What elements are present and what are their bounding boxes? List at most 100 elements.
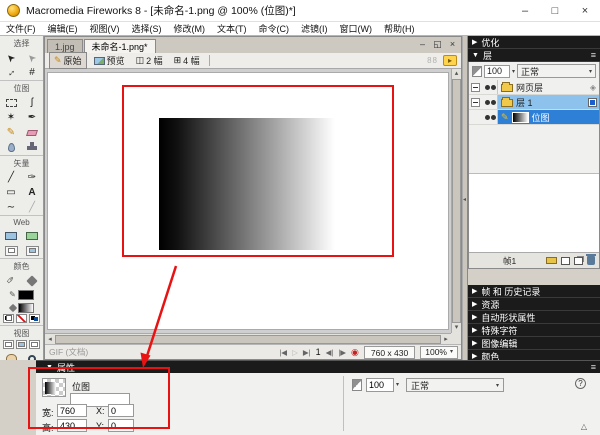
menu-filters[interactable]: 滤镜(I) <box>295 22 334 35</box>
first-frame-button[interactable]: |◀ <box>279 348 287 357</box>
freeform-tool[interactable]: ∼ <box>2 200 20 215</box>
next-frame-button[interactable]: |▶ <box>338 348 346 357</box>
frames-history-panel-header[interactable]: ▶ 帧 和 历史记录 <box>468 285 600 298</box>
visibility-eye-icon[interactable] <box>485 115 490 120</box>
menu-view[interactable]: 视图(V) <box>84 22 126 35</box>
subselection-tool[interactable]: ➤ <box>23 50 41 65</box>
lasso-tool[interactable]: ʃ <box>23 95 41 110</box>
eraser-tool[interactable] <box>23 125 41 140</box>
quick-export-button[interactable]: ▸ <box>443 55 457 66</box>
mode-original-button[interactable]: ✎ 原始 <box>49 52 87 69</box>
layer-name[interactable]: 网页层 <box>516 81 543 94</box>
minimize-button[interactable]: – <box>510 0 540 22</box>
scale-tool[interactable]: ↔ <box>2 65 20 80</box>
doc-close-button[interactable]: × <box>447 39 458 50</box>
new-layer-icon[interactable] <box>574 257 583 265</box>
play-button[interactable]: ▷ <box>292 348 298 357</box>
zoom-tool[interactable] <box>23 351 41 360</box>
special-characters-panel-header[interactable]: ▶ 特殊字符 <box>468 324 600 337</box>
document-page[interactable] <box>47 72 449 330</box>
layer-row-bitmap[interactable]: ✎ 位图 <box>469 110 599 125</box>
doc-minimize-button[interactable]: – <box>417 39 428 50</box>
menu-window[interactable]: 窗口(W) <box>334 22 379 35</box>
marquee-tool[interactable] <box>2 95 20 110</box>
pointer-tool[interactable]: ➤ <box>2 50 20 65</box>
help-icon[interactable]: ? <box>575 378 586 389</box>
menu-commands[interactable]: 命令(C) <box>253 22 296 35</box>
collapse-panel-icon[interactable]: △ <box>581 422 587 431</box>
fill-color-swatch[interactable] <box>18 303 34 313</box>
properties-panel-header[interactable]: ▼ 属性 ≡ <box>36 361 600 373</box>
mode-4up-button[interactable]: ⊞ 4 幅 <box>170 53 204 68</box>
horizontal-scrollbar[interactable]: ◂ ▸ <box>45 333 451 344</box>
menu-help[interactable]: 帮助(H) <box>378 22 421 35</box>
line-tool[interactable]: ╱ <box>2 170 20 185</box>
layers-blend-mode-select[interactable]: 正常 ▾ <box>517 64 596 78</box>
visibility-eye-icon[interactable] <box>485 100 490 105</box>
brush-tool[interactable]: ✒ <box>23 110 41 125</box>
show-slices-button[interactable] <box>23 243 41 258</box>
stop-icon[interactable]: ◉ <box>351 347 359 358</box>
close-button[interactable]: × <box>570 0 600 22</box>
standard-screen-button[interactable] <box>3 340 14 349</box>
magic-wand-tool[interactable]: ✶ <box>2 110 20 125</box>
width-input[interactable] <box>57 404 87 417</box>
x-input[interactable] <box>108 404 134 417</box>
new-bitmap-icon[interactable] <box>561 257 570 265</box>
layers-panel-menu-icon[interactable]: ≡ <box>591 50 596 60</box>
mode-2up-button[interactable]: ◫ 2 幅 <box>132 53 167 68</box>
active-layer-indicator[interactable] <box>589 99 596 106</box>
height-input[interactable] <box>57 419 87 432</box>
vertical-scroll-thumb[interactable] <box>452 79 461 323</box>
doc-restore-button[interactable]: ◱ <box>432 39 443 50</box>
crop-tool[interactable]: # <box>23 65 41 80</box>
layer-row-web-layer[interactable]: 网页层 ◈ <box>469 80 599 95</box>
layer-name[interactable]: 位图 <box>532 111 550 124</box>
stroke-color-well[interactable]: ✎ <box>2 288 41 301</box>
opacity-caret-icon[interactable]: ▾ <box>396 381 399 388</box>
expand-toggle-icon[interactable] <box>471 83 480 92</box>
no-color-button[interactable] <box>16 314 27 323</box>
canvas-area[interactable] <box>45 69 451 333</box>
blur-tool[interactable] <box>2 140 20 155</box>
slice-tool[interactable] <box>23 228 41 243</box>
scroll-left-arrow[interactable]: ◂ <box>45 335 55 344</box>
hotspot-tool[interactable] <box>2 228 20 243</box>
rubber-stamp-tool[interactable] <box>23 140 41 155</box>
swap-colors-button[interactable] <box>29 314 40 323</box>
menu-modify[interactable]: 修改(M) <box>168 22 212 35</box>
delete-layer-icon[interactable] <box>587 256 595 265</box>
previous-frame-button[interactable]: ◀| <box>326 348 334 357</box>
y-input[interactable] <box>108 419 134 432</box>
maximize-button[interactable]: □ <box>540 0 570 22</box>
fill-color-well[interactable] <box>2 301 41 314</box>
zoom-level-dropdown[interactable]: 100% ▾ <box>420 346 458 359</box>
autoshape-properties-panel-header[interactable]: ▶ 自动形状属性 <box>468 311 600 324</box>
stroke-color-swatch[interactable] <box>18 290 34 300</box>
knife-tool[interactable]: ╱ <box>23 200 41 215</box>
scroll-right-arrow[interactable]: ▸ <box>441 335 451 344</box>
tab-1jpg[interactable]: 1.jpg <box>47 39 83 53</box>
visibility-eye-icon[interactable] <box>485 85 490 90</box>
layers-opacity-field[interactable]: 100 <box>484 65 510 78</box>
expand-toggle-icon[interactable] <box>471 98 480 107</box>
fullscreen-button[interactable] <box>29 340 40 349</box>
hide-slices-button[interactable] <box>2 243 20 258</box>
tab-untitled-png[interactable]: 未命名-1.png* <box>84 39 156 53</box>
menu-select[interactable]: 选择(S) <box>126 22 168 35</box>
text-tool[interactable]: A <box>23 185 41 200</box>
default-colors-button[interactable] <box>3 314 14 323</box>
mode-preview-button[interactable]: 预览 <box>90 53 129 68</box>
menu-edit[interactable]: 编辑(E) <box>42 22 84 35</box>
opacity-input[interactable] <box>366 378 394 392</box>
layer-row-layer1[interactable]: 层 1 <box>469 95 599 110</box>
gradient-bitmap-object[interactable] <box>159 118 346 250</box>
optimize-panel-header[interactable]: ▶ 优化 <box>468 36 600 49</box>
pen-tool[interactable]: ✑ <box>23 170 41 185</box>
eyedropper-tool[interactable]: ✑ <box>2 273 20 288</box>
image-editing-panel-header[interactable]: ▶ 图像编辑 <box>468 337 600 350</box>
layers-opacity-caret-icon[interactable]: ▾ <box>512 68 515 75</box>
scroll-up-arrow[interactable]: ▴ <box>452 69 461 79</box>
menu-file[interactable]: 文件(F) <box>0 22 42 35</box>
assets-panel-header[interactable]: ▶ 资源 <box>468 298 600 311</box>
